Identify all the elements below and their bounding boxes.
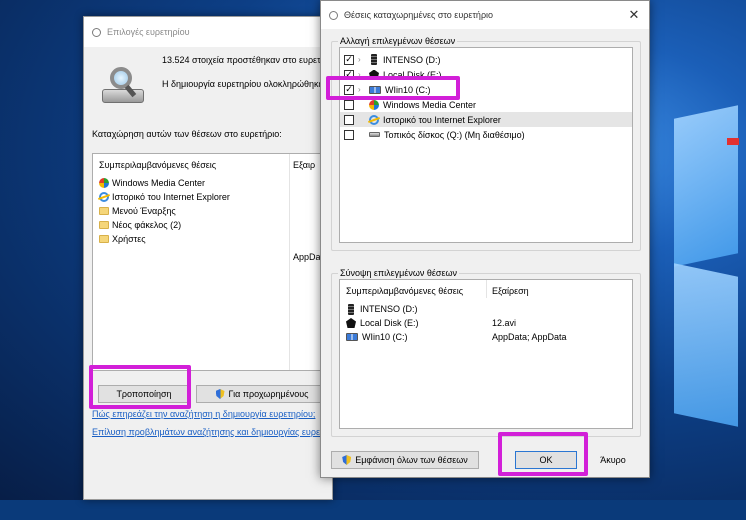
location-name: Χρήστες: [112, 234, 146, 244]
indexing-options-window: Επιλογές ευρετηρίου 13.524 στοιχεία προσ…: [83, 16, 334, 500]
indexed-locations-dialog: Θέσεις καταχωρημένες στο ευρετήριο ✕ Αλλ…: [320, 0, 650, 478]
summary-row-win10-c[interactable]: WIin10 (C:): [346, 330, 408, 344]
list-item[interactable]: Ιστορικό του Internet Explorer: [99, 190, 230, 204]
troubleshoot-search-link[interactable]: Επίλυση προβλημάτων αναζήτησης και δημιο…: [92, 427, 329, 437]
tree-item-ie-history[interactable]: Ιστορικό του Internet Explorer: [340, 112, 632, 127]
uac-shield-icon: [342, 455, 352, 465]
chevron-right-icon[interactable]: ›: [358, 55, 366, 64]
location-name: Νέος φάκελος (2): [112, 220, 182, 230]
advanced-button[interactable]: Για προχωρημένους: [196, 385, 328, 403]
summary-label: Local Disk (E:): [360, 318, 419, 328]
folder-icon: [99, 235, 109, 243]
list-item[interactable]: Μενού Έναρξης: [99, 204, 230, 218]
checkbox-checked[interactable]: ✓: [344, 54, 354, 65]
indexed-locations-titlebar[interactable]: Θέσεις καταχωρημένες στο ευρετήριο: [321, 1, 649, 29]
indexing-options-icon: [92, 27, 101, 37]
location-name: Ιστορικό του Internet Explorer: [112, 192, 230, 202]
desktop-red-marker: [727, 138, 739, 145]
indexing-options-titlebar[interactable]: Επιλογές ευρετηρίου: [84, 17, 332, 47]
highlight-box-modify-button: [89, 365, 191, 409]
close-icon[interactable]: ✕: [627, 7, 641, 23]
exclude-header[interactable]: Εξαιρ: [293, 160, 315, 170]
summary-list[interactable]: Συμπεριλαμβανόμενες θέσεις Εξαίρεση INTE…: [339, 279, 633, 429]
tree-item-intenso[interactable]: ✓ › INTENSO (D:): [340, 52, 632, 67]
included-locations-header[interactable]: Συμπεριλαμβανόμενες θέσεις: [99, 160, 216, 170]
how-indexing-affects-link[interactable]: Πώς επηρεάζει την αναζήτηση η δημιουργία…: [92, 409, 315, 419]
checkbox-unchecked[interactable]: [344, 114, 354, 125]
media-center-icon: [99, 178, 109, 188]
location-name: Μενού Έναρξης: [112, 206, 176, 216]
cancel-button[interactable]: Άκυρο: [583, 451, 643, 469]
location-exclude-value: AppDa: [293, 252, 321, 262]
folder-icon: [99, 221, 109, 229]
indexed-locations-list[interactable]: Συμπεριλαμβανόμενες θέσεις Εξαιρ Windows…: [92, 153, 334, 371]
internet-explorer-icon: [99, 192, 109, 202]
windows-logo: [660, 100, 746, 520]
hard-disk-icon: [369, 132, 380, 137]
uac-shield-icon: [215, 389, 225, 399]
local-disk-icon: [346, 318, 356, 328]
list-item[interactable]: Χρήστες: [99, 232, 230, 246]
summary-included-header[interactable]: Συμπεριλαμβανόμενες θέσεις: [346, 286, 463, 296]
indexing-drive-magnifier-icon: [100, 63, 146, 109]
tree-item-label: INTENSO (D:): [383, 54, 441, 65]
summary-group-title: Σύνοψη επιλεγμένων θέσεων: [338, 268, 459, 278]
list-item[interactable]: Windows Media Center: [99, 176, 230, 190]
summary-exclude-value: AppData; AppData: [492, 332, 567, 342]
indexed-locations-icon: [329, 10, 338, 20]
summary-label: INTENSO (D:): [360, 304, 418, 314]
indexing-options-title: Επιλογές ευρετηρίου: [107, 27, 190, 37]
show-all-locations-label: Εμφάνιση όλων των θέσεων: [355, 455, 468, 465]
tree-item-label: Ιστορικό του Internet Explorer: [383, 114, 501, 125]
usb-drive-icon: [371, 54, 377, 65]
show-all-locations-button[interactable]: Εμφάνιση όλων των θέσεων: [331, 451, 479, 469]
list-item[interactable]: Νέος φάκελος (2): [99, 218, 230, 232]
indexing-status-complete: Η δημιουργία ευρετηρίου ολοκληρώθηκε: [162, 79, 323, 89]
location-name: Windows Media Center: [112, 178, 206, 188]
advanced-button-label: Για προχωρημένους: [228, 389, 309, 399]
media-center-icon: [369, 99, 379, 110]
internet-explorer-icon: [369, 114, 379, 125]
change-locations-group-title: Αλλαγή επιλεγμένων θέσεων: [338, 36, 458, 46]
windows-drive-icon: [346, 333, 358, 341]
summary-row-intenso[interactable]: INTENSO (D:): [346, 302, 418, 316]
summary-exclude-header[interactable]: Εξαίρεση: [492, 286, 529, 296]
indexed-locations-title: Θέσεις καταχωρημένες στο ευρετήριο: [344, 10, 494, 20]
tree-item-label: Windows Media Center: [383, 99, 477, 110]
index-locations-label: Καταχώρηση αυτών των θέσεων στο ευρετήρι…: [92, 129, 282, 139]
tree-item-local-disk-q[interactable]: Τοπικός δίσκος (Q:) (Μη διαθέσιμο): [340, 127, 632, 142]
highlight-box-ok-button: [498, 432, 588, 476]
highlight-box-win10-drive: [326, 76, 460, 100]
summary-row-local-disk-e[interactable]: Local Disk (E:): [346, 316, 419, 330]
usb-drive-icon: [348, 303, 354, 315]
summary-label: WIin10 (C:): [362, 332, 408, 342]
summary-exclude-value: 12.avi: [492, 318, 517, 328]
indexing-status-count: 13.524 στοιχεία προστέθηκαν στο ευρετ: [162, 55, 321, 65]
checkbox-unchecked[interactable]: [344, 99, 354, 110]
checkbox-unchecked[interactable]: [344, 129, 354, 140]
folder-icon: [99, 207, 109, 215]
tree-item-label: Τοπικός δίσκος (Q:) (Μη διαθέσιμο): [384, 129, 525, 140]
